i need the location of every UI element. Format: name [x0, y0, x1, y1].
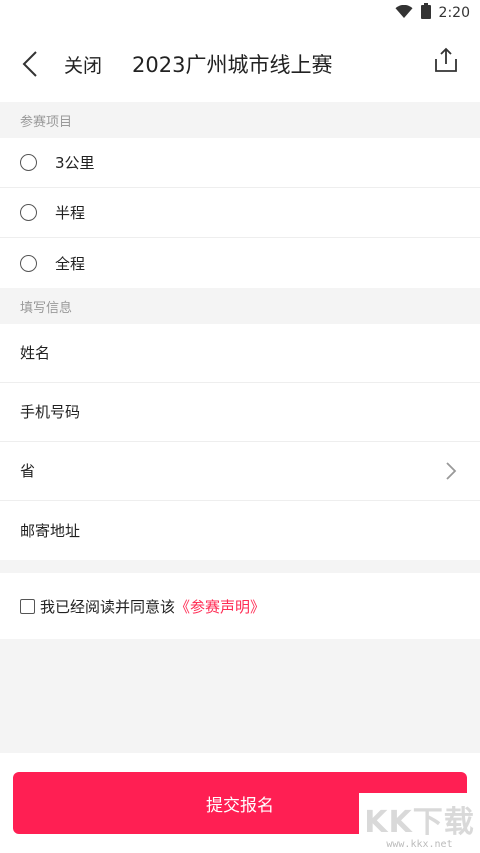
agreement-text: 我已经阅读并同意该: [40, 597, 176, 616]
province-select[interactable]: [20, 462, 444, 480]
watermark-url: www.kkx.net: [386, 838, 453, 850]
event-section-header: 参赛项目: [0, 102, 480, 138]
event-options: 3公里 半程 全程: [0, 138, 480, 288]
radio-button[interactable]: [20, 254, 37, 272]
event-option-full[interactable]: 全程: [0, 238, 480, 288]
event-option-3k[interactable]: 3公里: [0, 138, 480, 188]
nav-bar: 关闭 2023广州城市线上赛: [0, 26, 480, 102]
agreement-row: 我已经阅读并同意该 《参赛声明》: [0, 573, 480, 639]
close-button[interactable]: 关闭: [64, 51, 102, 78]
phone-field-row: [0, 383, 480, 442]
event-option-label: 全程: [55, 254, 86, 273]
event-option-label: 3公里: [55, 154, 95, 172]
address-input[interactable]: [20, 521, 458, 540]
chevron-left-icon: [22, 51, 37, 77]
watermark-logo: KK下载: [364, 804, 475, 840]
phone-input[interactable]: [20, 403, 458, 421]
chevron-right-icon: [446, 462, 457, 480]
status-time: 2:20: [438, 5, 470, 21]
status-bar: 2:20: [0, 0, 480, 26]
event-option-label: 半程: [55, 204, 86, 222]
watermark: KK下载 www.kkx.net: [359, 793, 480, 853]
battery-icon: [420, 3, 431, 23]
agreement-checkbox[interactable]: [20, 598, 35, 614]
radio-button[interactable]: [20, 204, 37, 221]
event-option-half[interactable]: 半程: [0, 188, 480, 238]
back-button[interactable]: [6, 40, 54, 88]
address-field-row: [0, 501, 480, 560]
name-input[interactable]: [20, 344, 458, 362]
radio-button[interactable]: [20, 154, 37, 171]
province-select-row[interactable]: [0, 442, 480, 501]
share-button[interactable]: [426, 40, 466, 80]
page-title: 2023广州城市线上赛: [132, 53, 333, 77]
agreement-link[interactable]: 《参赛声明》: [175, 596, 265, 617]
info-fields: [0, 324, 480, 560]
name-field-row: [0, 324, 480, 383]
share-icon: [435, 47, 457, 72]
info-section-header: 填写信息: [0, 288, 480, 324]
wifi-icon: [395, 4, 413, 23]
